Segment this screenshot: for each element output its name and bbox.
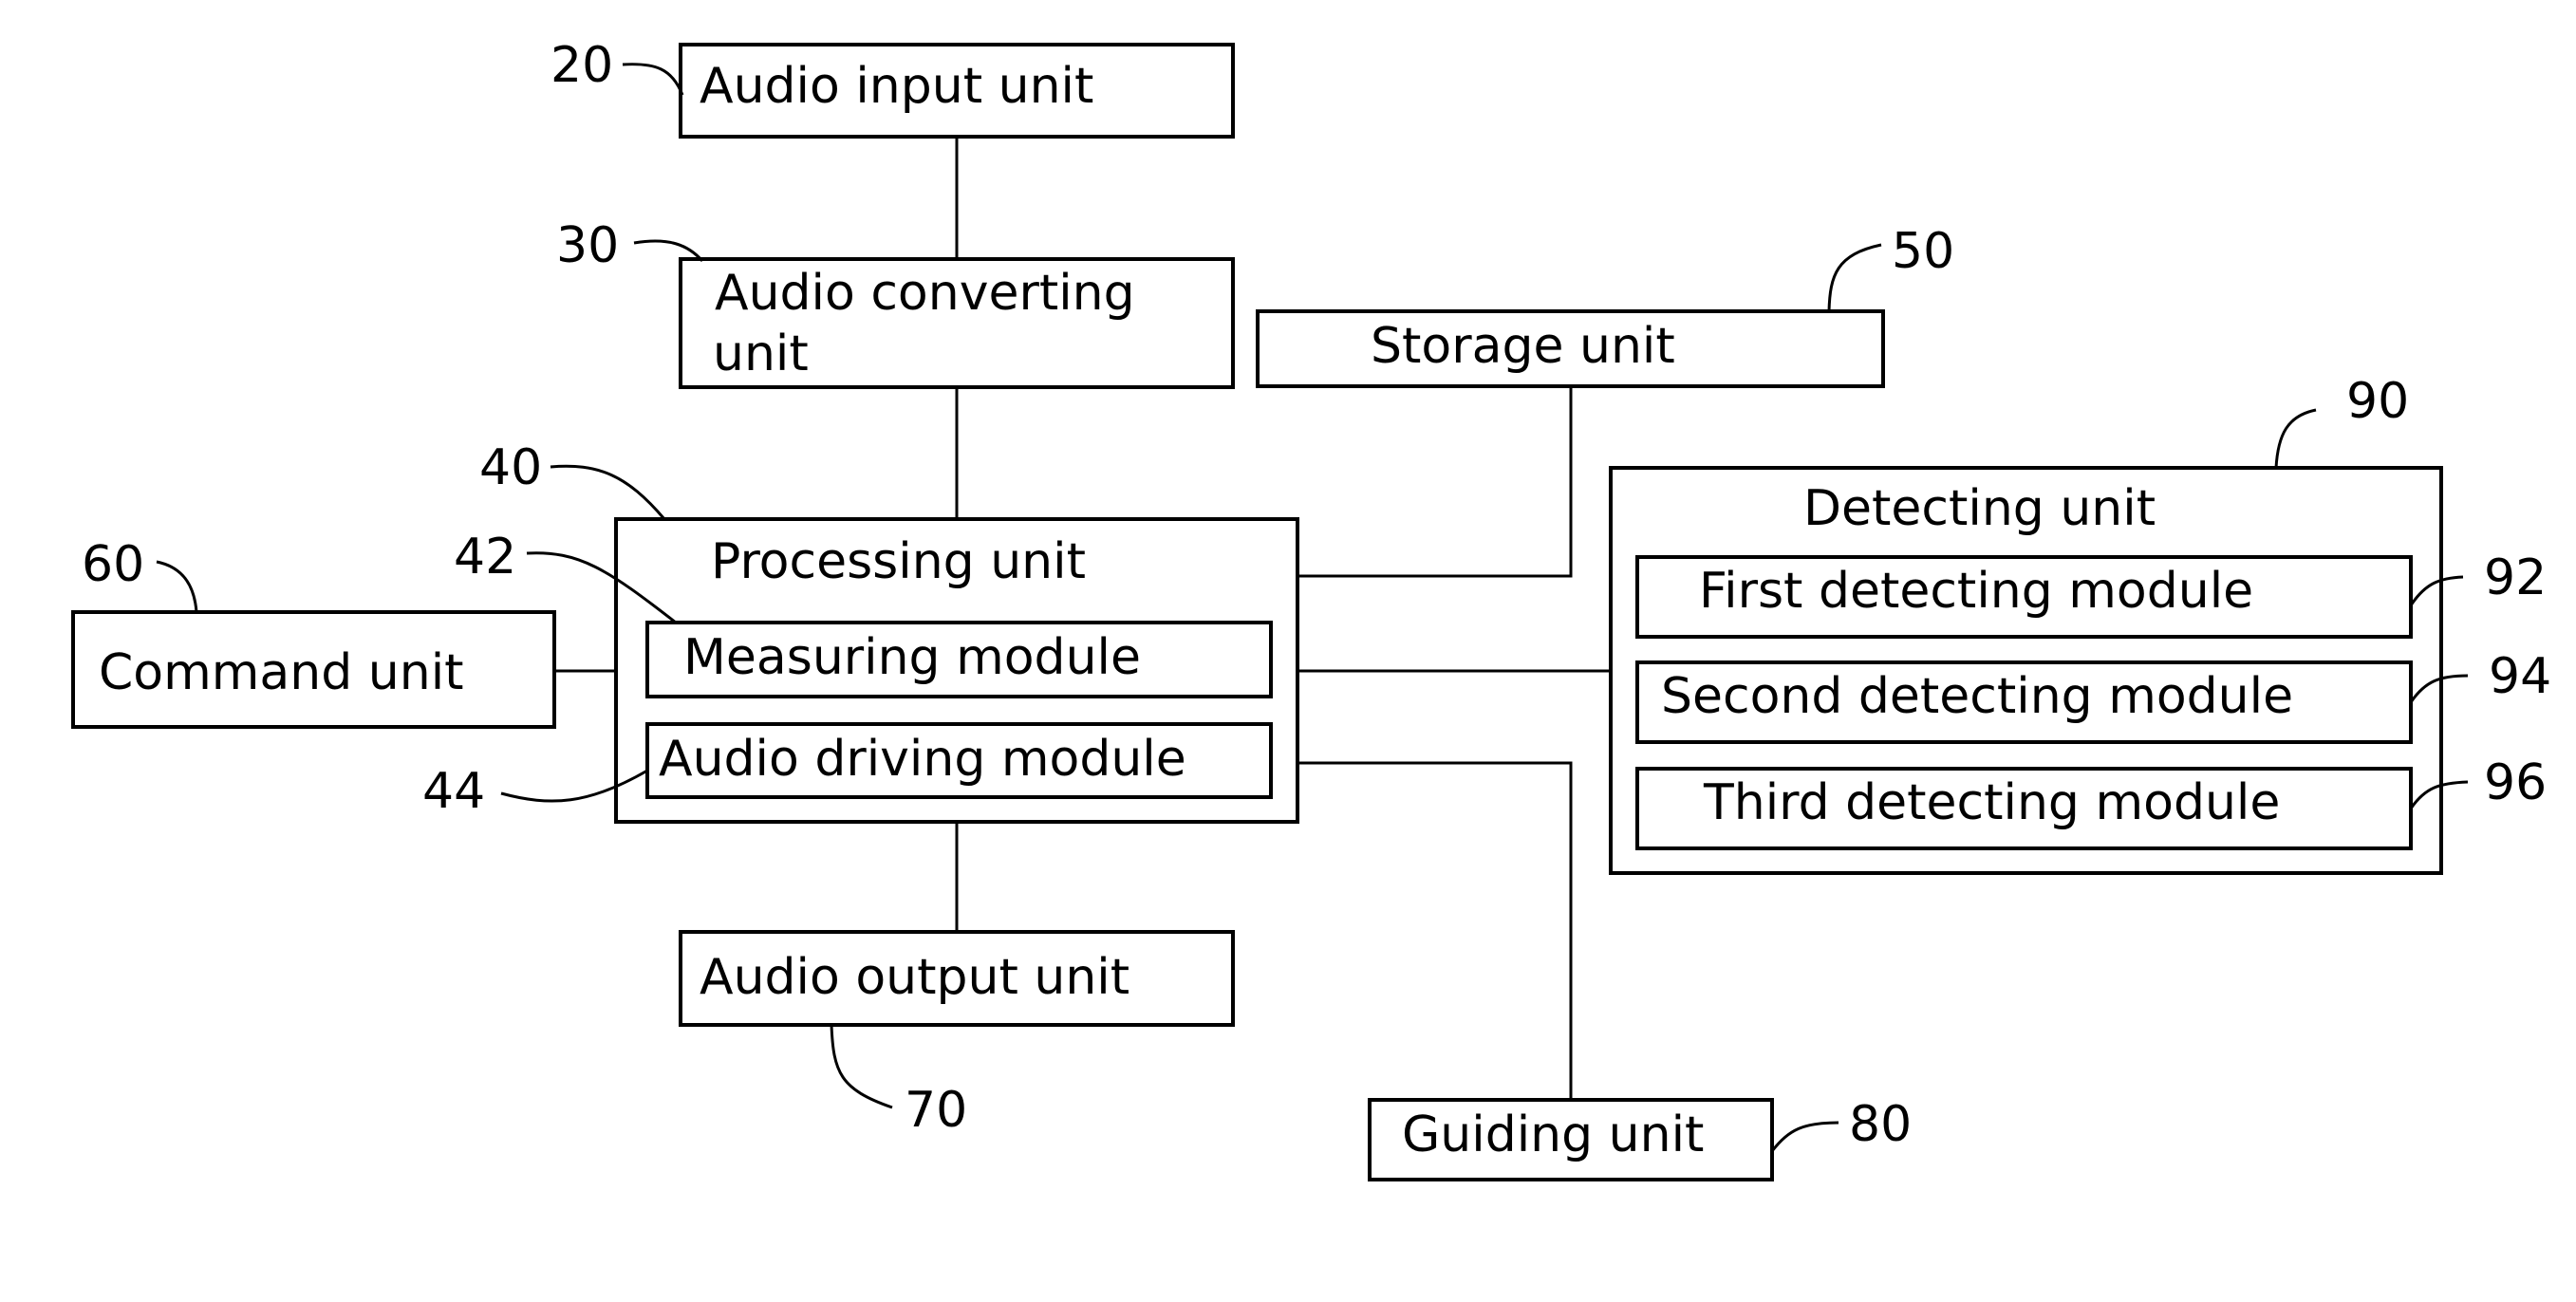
storage-unit: Storage unit <box>1256 309 1885 388</box>
leader-70 <box>830 1024 893 1109</box>
leader-20 <box>622 63 684 96</box>
third-detecting-module: Third detecting module <box>1635 767 2413 850</box>
first-detecting-module: First detecting module <box>1635 555 2413 639</box>
ref-90: 90 <box>2346 373 2409 430</box>
connector-storage-to-processing <box>1297 386 1573 578</box>
guiding-unit: Guiding unit <box>1368 1098 1774 1181</box>
ref-40: 40 <box>479 439 542 496</box>
detecting-unit-label: Detecting unit <box>1803 480 2156 537</box>
ref-92: 92 <box>2484 549 2547 606</box>
measuring-module-label: Measuring module <box>683 629 1141 686</box>
leader-40 <box>550 464 666 520</box>
ref-30: 30 <box>556 217 619 274</box>
second-detecting-module: Second detecting module <box>1635 660 2413 744</box>
audio-driving-module: Audio driving module <box>645 722 1273 799</box>
connector-processing-to-guiding <box>1297 761 1573 1100</box>
ref-94: 94 <box>2489 648 2551 705</box>
command-unit-label: Command unit <box>99 644 464 701</box>
measuring-module: Measuring module <box>645 621 1273 698</box>
ref-20: 20 <box>551 37 613 94</box>
ref-96: 96 <box>2484 754 2547 811</box>
ref-42: 42 <box>454 529 516 586</box>
processing-unit: Processing unit Measuring module Audio d… <box>614 517 1299 824</box>
leader-90 <box>2274 408 2317 469</box>
ref-60: 60 <box>82 536 144 593</box>
ref-80: 80 <box>1849 1096 1912 1153</box>
first-detecting-module-label: First detecting module <box>1699 563 2253 620</box>
audio-converting-unit: Audio converting unit <box>679 257 1235 389</box>
audio-input-unit: Audio input unit <box>679 43 1235 139</box>
command-unit: Command unit <box>71 610 556 729</box>
third-detecting-module-label: Third detecting module <box>1703 774 2280 831</box>
block-diagram: Audio input unit 20 Audio converting uni… <box>71 37 2551 1181</box>
second-detecting-module-label: Second detecting module <box>1661 668 2293 725</box>
leader-60 <box>156 560 198 613</box>
audio-output-unit: Audio output unit <box>679 930 1235 1027</box>
audio-converting-unit-label-line2: unit <box>713 326 809 382</box>
processing-unit-label: Processing unit <box>711 533 1086 590</box>
audio-converting-unit-label-line1: Audio converting <box>715 265 1135 322</box>
leader-50 <box>1827 243 1882 312</box>
leader-80 <box>1770 1121 1839 1152</box>
detecting-unit: Detecting unit First detecting module Se… <box>1609 466 2443 875</box>
storage-unit-label: Storage unit <box>1371 318 1675 375</box>
audio-driving-module-label: Audio driving module <box>659 731 1186 788</box>
guiding-unit-label: Guiding unit <box>1402 1107 1704 1163</box>
ref-44: 44 <box>422 763 485 820</box>
ref-70: 70 <box>905 1082 967 1139</box>
audio-output-unit-label: Audio output unit <box>700 949 1129 1006</box>
ref-50: 50 <box>1892 223 1954 280</box>
audio-input-unit-label: Audio input unit <box>700 58 1093 115</box>
